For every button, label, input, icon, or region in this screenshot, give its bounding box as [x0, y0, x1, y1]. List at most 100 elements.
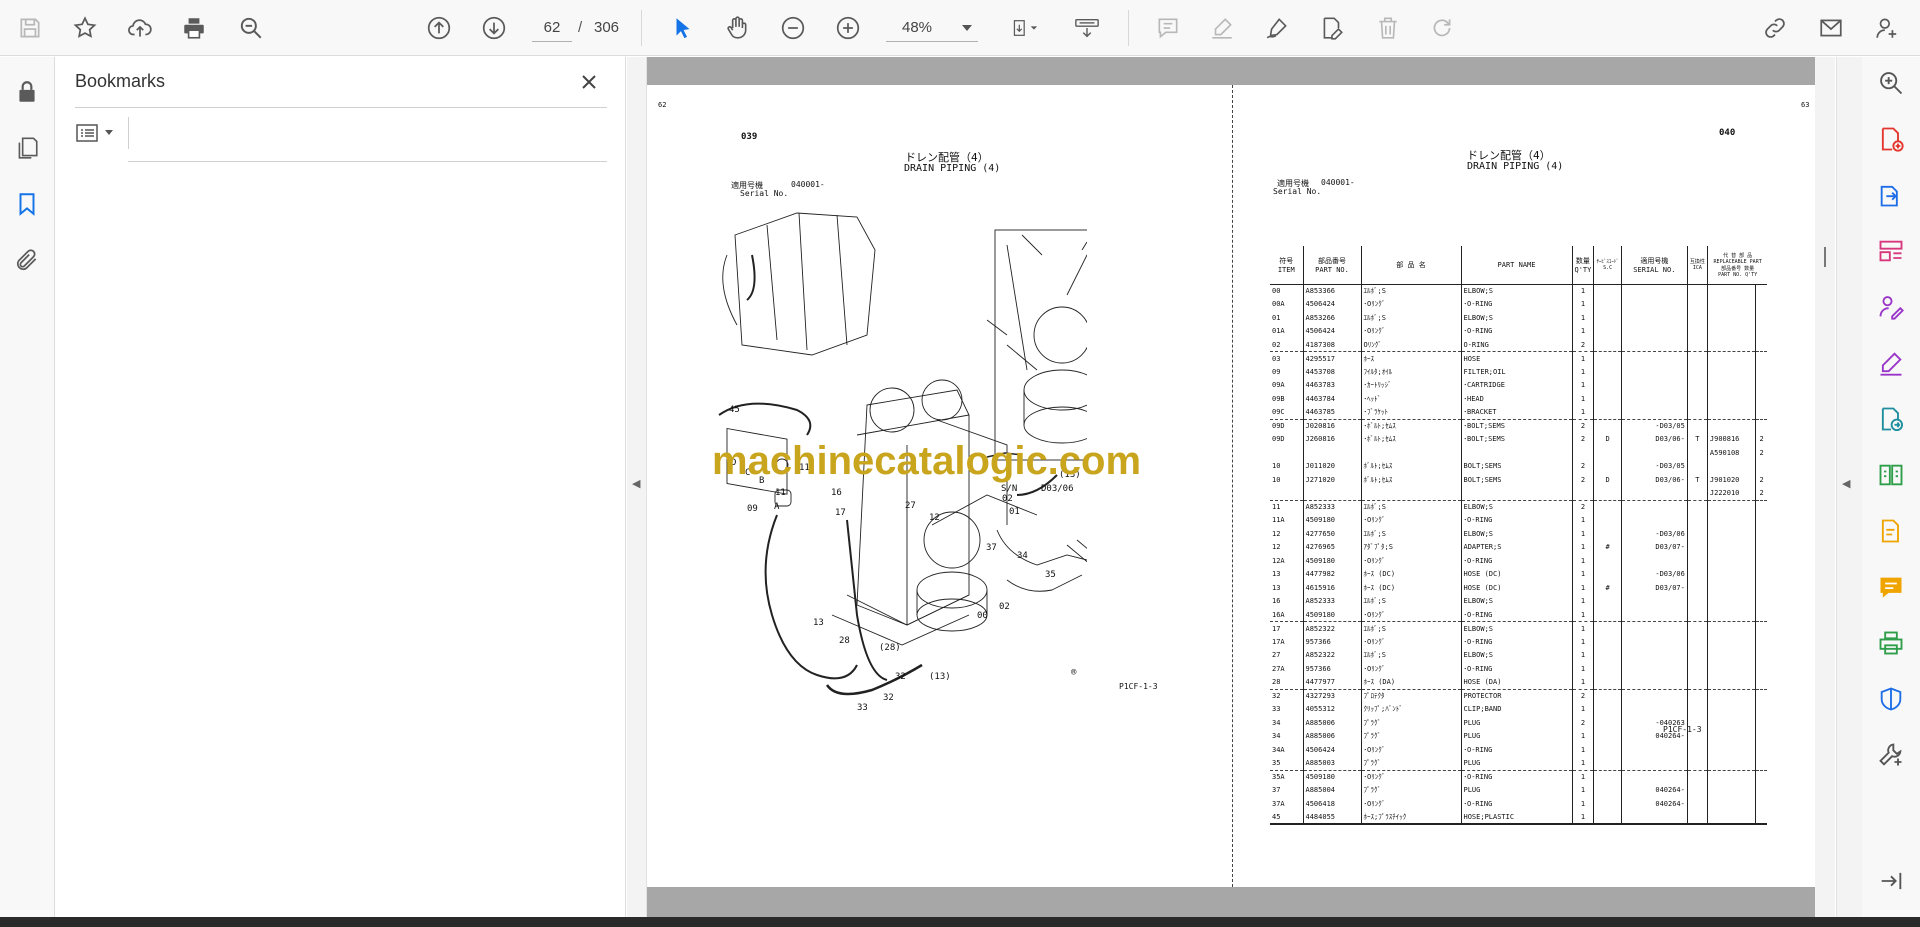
page-thumbnails-icon[interactable]: [10, 131, 44, 165]
print-icon[interactable]: [176, 10, 212, 46]
select-cursor-icon[interactable]: [665, 10, 701, 46]
request-signatures-icon[interactable]: [1875, 291, 1907, 323]
expand-panel-icon[interactable]: [1875, 865, 1907, 897]
zoom-out-icon[interactable]: [775, 10, 811, 46]
star-icon[interactable]: [67, 10, 103, 46]
name-en-cell: ･O-RING: [1460, 324, 1572, 338]
save-icon[interactable]: [12, 10, 48, 46]
fit-page-icon[interactable]: [1000, 10, 1050, 46]
page-total: 306: [594, 19, 620, 36]
scroll-mode-icon[interactable]: [1067, 10, 1107, 46]
ic-cell: [1686, 567, 1708, 581]
part-no-cell: J260816: [1302, 432, 1361, 446]
print-production-icon[interactable]: [1875, 627, 1907, 659]
zoom-in-icon[interactable]: [830, 10, 866, 46]
qty-cell: 1: [1571, 581, 1594, 595]
protect-shield-icon[interactable]: [1875, 683, 1907, 715]
repl-part-cell: [1706, 810, 1756, 825]
highlight-icon[interactable]: [1204, 10, 1240, 46]
fill-sign-icon[interactable]: [1875, 347, 1907, 379]
qty-cell: 1: [1571, 284, 1594, 298]
name-jp-cell: ･Oﾘﾝｸﾞ: [1360, 324, 1461, 338]
name-jp-cell: ･Oﾘﾝｸﾞ: [1360, 635, 1461, 649]
organize-pages-icon[interactable]: [1875, 235, 1907, 267]
header-item-jp: 符号: [1279, 256, 1294, 265]
table-row: J222010 2: [1270, 486, 1768, 501]
qty-cell: 1: [1571, 527, 1594, 541]
repl-qty-cell: [1754, 662, 1768, 676]
sc-cell: [1593, 810, 1622, 825]
search-zoom-icon[interactable]: [233, 10, 269, 46]
table-row: 35A 4509180 ･Oﾘﾝｸﾞ ･O-RING 1: [1270, 770, 1768, 784]
hand-tool-icon[interactable]: [719, 10, 755, 46]
sc-cell: [1593, 486, 1622, 501]
vertical-scrollbar[interactable]: [1815, 57, 1835, 917]
repl-qty-cell: [1754, 675, 1768, 690]
add-user-icon[interactable]: [1869, 10, 1905, 46]
name-jp-cell: ･Oﾘﾝｸﾞ: [1360, 662, 1461, 676]
repl-part-cell: J222010: [1706, 486, 1756, 501]
table-row: 01 A853266 ｴﾙﾎﾞ;S ELBOW;S 1: [1270, 311, 1768, 325]
table-row: 27 A852322 ｴﾙﾎﾞ;S ELBOW;S 1: [1270, 648, 1768, 662]
trash-icon[interactable]: [1370, 10, 1406, 46]
name-jp-cell: ﾎｰｽ (DA): [1360, 675, 1461, 690]
item-cell: 34: [1272, 732, 1281, 741]
ic-cell: [1686, 702, 1708, 716]
close-icon[interactable]: [576, 69, 602, 95]
repl-qty-cell: [1754, 527, 1768, 541]
collapse-left-panel-button[interactable]: ◀: [627, 57, 647, 917]
comment-icon[interactable]: [1150, 10, 1186, 46]
item-cell: 27A: [1272, 664, 1285, 673]
name-jp-cell: ｴﾙﾎﾞ;S: [1360, 594, 1461, 608]
svg-text:34: 34: [1017, 551, 1028, 561]
name-jp-cell: ･ｶｰﾄﾘｯｼﾞ: [1360, 378, 1461, 392]
draw-pen-icon[interactable]: [1259, 10, 1295, 46]
ic-cell: [1686, 500, 1708, 514]
sc-cell: [1593, 392, 1622, 406]
next-page-icon[interactable]: [476, 10, 512, 46]
item-cell: 09: [1272, 367, 1281, 376]
compare-files-icon[interactable]: [1875, 459, 1907, 491]
qty-cell: 1: [1571, 635, 1594, 649]
repl-qty-cell: [1754, 311, 1768, 325]
export-pdf-icon[interactable]: [1875, 179, 1907, 211]
attachment-icon[interactable]: [10, 243, 44, 277]
page-number-input[interactable]: [532, 14, 572, 42]
bookmark-icon[interactable]: [10, 187, 44, 221]
repl-qty-cell: [1754, 648, 1768, 662]
main-toolbar: / 306 48%: [0, 0, 1920, 56]
header-part-en: PART NO.: [1315, 265, 1349, 274]
create-pdf-icon[interactable]: [1875, 123, 1907, 155]
zoom-search-icon[interactable]: [1875, 67, 1907, 99]
bookmark-options-button[interactable]: [76, 120, 120, 146]
name-jp-cell: ･ﾌﾞﾗｹｯﾄ: [1360, 405, 1461, 420]
edit-pdf-icon[interactable]: [1875, 515, 1907, 547]
scrollbar-thumb[interactable]: [1824, 247, 1826, 267]
redo-icon[interactable]: [1424, 10, 1460, 46]
qty-cell: 1: [1571, 621, 1594, 635]
qty-cell: 2: [1571, 419, 1594, 433]
svg-text:(13): (13): [929, 672, 951, 682]
share-link-icon[interactable]: [1757, 10, 1793, 46]
sc-cell: [1593, 621, 1622, 635]
lock-icon[interactable]: [10, 75, 44, 109]
cloud-upload-icon[interactable]: [122, 10, 158, 46]
serial-cell: [1620, 756, 1688, 771]
svg-text:12: 12: [929, 513, 940, 523]
email-icon[interactable]: [1813, 10, 1849, 46]
sc-cell: [1593, 554, 1622, 568]
collapse-right-panel-button[interactable]: ◀: [1836, 57, 1862, 917]
zoom-level-select[interactable]: 48%: [886, 14, 978, 42]
toolbar-divider: [1128, 10, 1129, 46]
name-en-cell: ･O-RING: [1460, 743, 1572, 757]
sc-cell: [1593, 729, 1622, 743]
qty-cell: 1: [1571, 594, 1594, 608]
edit-text-icon[interactable]: [1314, 10, 1350, 46]
comment-tool-icon[interactable]: [1875, 571, 1907, 603]
item-cell: 12: [1272, 543, 1281, 552]
more-tools-icon[interactable]: [1875, 739, 1907, 771]
qty-cell: 1: [1571, 324, 1594, 338]
part-no-cell: J020816: [1302, 419, 1361, 433]
previous-page-icon[interactable]: [421, 10, 457, 46]
send-for-review-icon[interactable]: [1875, 403, 1907, 435]
